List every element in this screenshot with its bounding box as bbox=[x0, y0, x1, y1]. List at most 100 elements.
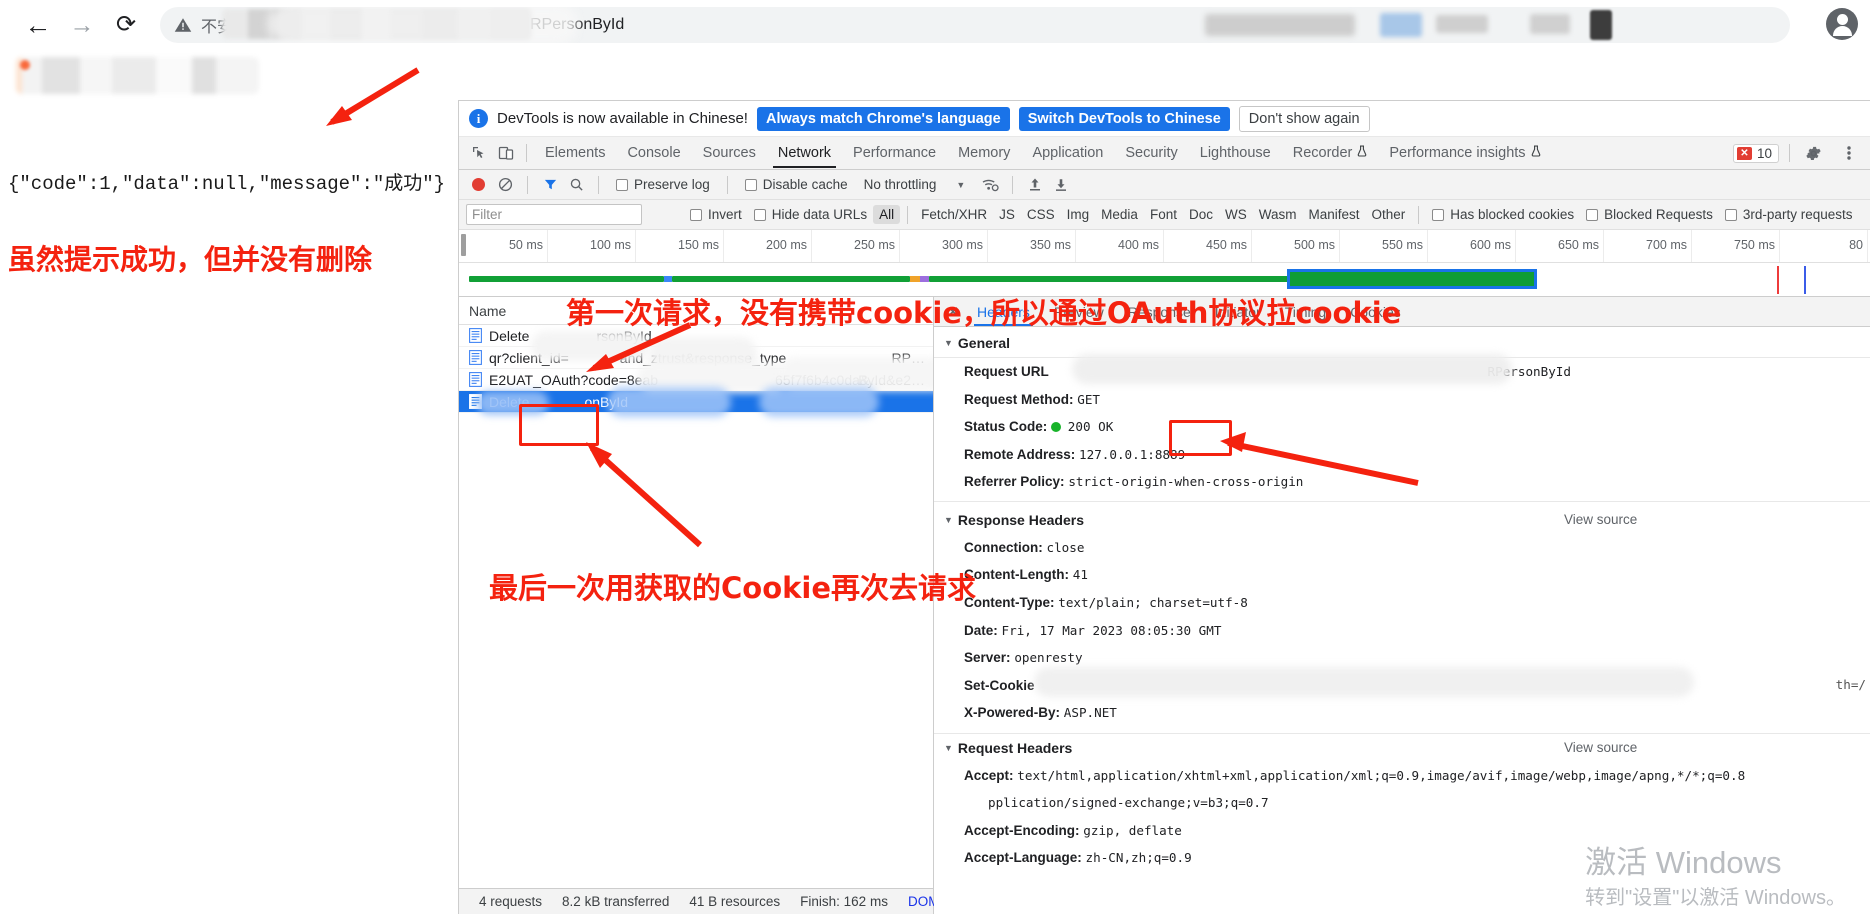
filter-type-wasm[interactable]: Wasm bbox=[1253, 205, 1303, 224]
filter-type-ws[interactable]: WS bbox=[1219, 205, 1253, 224]
filter-type-js[interactable]: JS bbox=[993, 205, 1021, 224]
filter-type-font[interactable]: Font bbox=[1144, 205, 1183, 224]
tab-lighthouse[interactable]: Lighthouse bbox=[1189, 139, 1282, 167]
header-value: openresty bbox=[1014, 650, 1083, 666]
tab-label: Performance insights bbox=[1389, 145, 1526, 161]
detail-tab-cookies[interactable]: Cookies bbox=[1339, 299, 1412, 325]
filter-type-css[interactable]: CSS bbox=[1021, 205, 1061, 224]
section-request-headers[interactable]: ▼ Request Headers View source bbox=[934, 732, 1870, 762]
tab-network[interactable]: Network bbox=[767, 139, 842, 168]
more-vertical-icon[interactable] bbox=[1835, 140, 1862, 167]
profile-avatar-icon[interactable] bbox=[1826, 8, 1858, 40]
tick-700ms: 700 ms bbox=[1646, 238, 1687, 252]
tab-application[interactable]: Application bbox=[1021, 139, 1114, 167]
network-timeline-ruler: 50 ms 100 ms 150 ms 200 ms 250 ms 300 ms… bbox=[459, 230, 1870, 263]
invert-checkbox[interactable]: Invert bbox=[690, 207, 742, 222]
view-source-link[interactable]: View source bbox=[1564, 512, 1637, 527]
record-stop-icon[interactable] bbox=[472, 178, 485, 191]
filter-type-doc[interactable]: Doc bbox=[1183, 205, 1219, 224]
tick-800ms: 80 bbox=[1849, 238, 1863, 252]
close-icon[interactable]: ✕ bbox=[942, 301, 964, 323]
header-key: Request Method: bbox=[964, 391, 1074, 407]
dont-show-again-button[interactable]: Don't show again bbox=[1238, 105, 1370, 132]
toolbar-redaction-2 bbox=[1380, 13, 1422, 37]
filter-type-fetch-xhr[interactable]: Fetch/XHR bbox=[915, 205, 993, 224]
header-value: Fri, 17 Mar 2023 08:05:30 GMT bbox=[1001, 622, 1222, 638]
third-party-requests-label: 3rd-party requests bbox=[1742, 207, 1853, 222]
throttling-value: No throttling bbox=[863, 177, 937, 192]
tick-500ms: 500 ms bbox=[1294, 238, 1335, 252]
inspect-element-icon[interactable] bbox=[465, 140, 492, 167]
search-icon[interactable] bbox=[565, 174, 587, 196]
tab-sources[interactable]: Sources bbox=[692, 139, 767, 167]
error-count-badge[interactable]: ✕ 10 bbox=[1732, 143, 1779, 163]
network-overview[interactable] bbox=[459, 263, 1870, 297]
detail-tab-initiator[interactable]: Initiator bbox=[1204, 299, 1272, 325]
header-key: Request URL bbox=[964, 364, 1049, 379]
header-set-cookie: Set-Cookie th=/ bbox=[934, 666, 1870, 700]
toolbar-redaction-1 bbox=[1205, 14, 1355, 36]
detail-tab-headers[interactable]: Headers bbox=[966, 299, 1041, 326]
filter-type-all[interactable]: All bbox=[873, 205, 901, 224]
reload-icon[interactable]: ⟳ bbox=[104, 3, 148, 47]
document-icon bbox=[469, 372, 482, 387]
throttling-select[interactable]: No throttling ▼ bbox=[864, 177, 966, 192]
checkbox-box bbox=[1586, 208, 1599, 221]
filter-type-other[interactable]: Other bbox=[1366, 205, 1412, 224]
filter-type-img[interactable]: Img bbox=[1061, 205, 1096, 224]
checkbox-box bbox=[1724, 208, 1737, 221]
filter-funnel-icon[interactable] bbox=[539, 174, 561, 196]
tab-recorder[interactable]: Recorder bbox=[1282, 139, 1379, 167]
disable-cache-checkbox[interactable]: Disable cache bbox=[744, 177, 848, 192]
filter-input[interactable]: Filter bbox=[466, 204, 642, 225]
detail-tab-response[interactable]: Response bbox=[1117, 299, 1202, 325]
header-value: GET bbox=[1077, 391, 1101, 407]
browser-toolbar: ← → ⟳ 不安 RPersonById bbox=[0, 0, 1870, 50]
import-har-icon[interactable] bbox=[1024, 174, 1046, 196]
warning-triangle-icon bbox=[174, 18, 192, 32]
status-transferred: 8.2 kB transferred bbox=[562, 894, 670, 909]
export-har-icon[interactable] bbox=[1050, 174, 1072, 196]
blocked-requests-checkbox[interactable]: Blocked Requests bbox=[1586, 207, 1713, 222]
tab-elements[interactable]: Elements bbox=[534, 139, 616, 167]
third-party-requests-checkbox[interactable]: 3rd-party requests bbox=[1724, 207, 1853, 222]
request-list-header[interactable]: Name bbox=[459, 297, 933, 325]
tab-performance-insights[interactable]: Performance insights bbox=[1378, 139, 1551, 167]
status-requests: 4 requests bbox=[479, 894, 543, 909]
bookmark-bar-redaction bbox=[16, 57, 259, 94]
chevron-down-icon: ▼ bbox=[944, 742, 953, 753]
header-key: Server: bbox=[964, 650, 1011, 666]
tab-console[interactable]: Console bbox=[616, 139, 691, 167]
always-match-language-button[interactable]: Always match Chrome's language bbox=[756, 106, 1010, 131]
header-content-type: Content-Type: text/plain; charset=utf-8 bbox=[934, 589, 1870, 617]
network-conditions-icon[interactable] bbox=[979, 174, 1001, 196]
timeline-left-handle[interactable] bbox=[461, 234, 466, 256]
experiment-flask-icon bbox=[1357, 145, 1367, 161]
hide-data-urls-checkbox[interactable]: Hide data URLs bbox=[753, 207, 867, 222]
status-finish: Finish: 162 ms bbox=[800, 894, 888, 909]
filter-type-manifest[interactable]: Manifest bbox=[1302, 205, 1365, 224]
error-badge-icon: ✕ bbox=[1736, 146, 1752, 160]
header-remote-address: Remote Address: 127.0.0.1:8889 bbox=[934, 441, 1870, 469]
forward-arrow-icon[interactable]: → bbox=[60, 3, 104, 47]
detail-tab-preview[interactable]: Preview bbox=[1043, 299, 1115, 325]
tab-memory[interactable]: Memory bbox=[947, 139, 1021, 167]
tab-performance[interactable]: Performance bbox=[842, 139, 947, 167]
clear-network-icon[interactable] bbox=[494, 174, 516, 196]
infobar-message: DevTools is now available in Chinese! bbox=[497, 110, 748, 127]
header-key: Content-Length: bbox=[964, 567, 1069, 583]
header-key: Accept: bbox=[964, 767, 1014, 783]
detail-tab-timing[interactable]: Timing bbox=[1274, 299, 1338, 325]
section-response-headers[interactable]: ▼ Response Headers View source bbox=[934, 506, 1870, 534]
has-blocked-cookies-checkbox[interactable]: Has blocked cookies bbox=[1432, 207, 1574, 222]
view-source-link[interactable]: View source bbox=[1564, 740, 1637, 755]
device-toolbar-icon[interactable] bbox=[492, 140, 519, 167]
filter-type-media[interactable]: Media bbox=[1095, 205, 1144, 224]
gear-icon[interactable] bbox=[1800, 140, 1827, 167]
tab-security[interactable]: Security bbox=[1114, 139, 1188, 167]
overview-selection-window[interactable] bbox=[1287, 269, 1537, 289]
switch-devtools-to-chinese-button[interactable]: Switch DevTools to Chinese bbox=[1018, 106, 1230, 131]
overview-seg-orange bbox=[910, 276, 920, 282]
back-arrow-icon[interactable]: ← bbox=[16, 3, 60, 47]
preserve-log-checkbox[interactable]: Preserve log bbox=[616, 177, 710, 192]
